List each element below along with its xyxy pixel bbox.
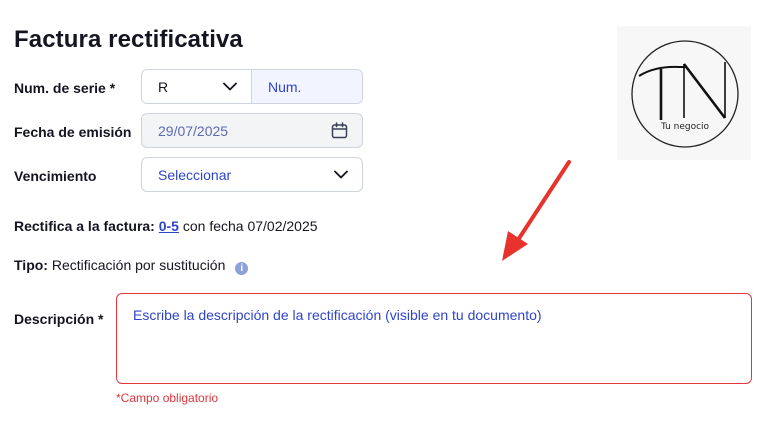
rectifica-prefix: Rectifica a la factura: bbox=[14, 218, 155, 234]
descripcion-label: Descripción * bbox=[14, 311, 104, 327]
vencimiento-selected-value: Seleccionar bbox=[158, 166, 232, 183]
serie-select[interactable]: R bbox=[142, 70, 252, 103]
fecha-emision-input[interactable]: 29/07/2025 bbox=[141, 113, 363, 148]
info-icon[interactable]: i bbox=[235, 262, 249, 275]
vencimiento-label: Vencimiento bbox=[14, 168, 97, 184]
chevron-down-icon bbox=[334, 170, 348, 179]
serie-label: Num. de serie * bbox=[14, 80, 116, 96]
serie-number-input[interactable]: Num. bbox=[252, 70, 362, 103]
vencimiento-select[interactable]: Seleccionar bbox=[141, 157, 363, 192]
tipo-value: Rectificación por sustitución bbox=[51, 257, 226, 273]
rectifica-line: Rectifica a la factura: 0-5 con fecha 07… bbox=[14, 218, 318, 234]
descripcion-textarea[interactable]: Escribe la descripción de la rectificaci… bbox=[116, 293, 752, 384]
business-logo: Tu negocio bbox=[617, 26, 751, 160]
rectifica-suffix: con fecha 07/02/2025 bbox=[182, 218, 318, 234]
tipo-line: Tipo: Rectificación por sustitución i bbox=[14, 257, 249, 275]
chevron-down-icon bbox=[223, 82, 237, 91]
logo-tagline: Tu negocio bbox=[660, 122, 710, 132]
descripcion-error: *Campo obligatorio bbox=[116, 391, 219, 405]
fecha-label: Fecha de emisión bbox=[14, 124, 132, 140]
calendar-icon[interactable] bbox=[331, 122, 348, 139]
page-title: Factura rectificativa bbox=[14, 26, 243, 53]
fecha-value: 29/07/2025 bbox=[158, 122, 229, 139]
rectified-invoice-link[interactable]: 0-5 bbox=[159, 218, 179, 234]
serie-selected-value: R bbox=[158, 78, 169, 95]
serie-group: R Num. bbox=[141, 69, 363, 104]
tipo-label: Tipo: bbox=[14, 257, 48, 273]
